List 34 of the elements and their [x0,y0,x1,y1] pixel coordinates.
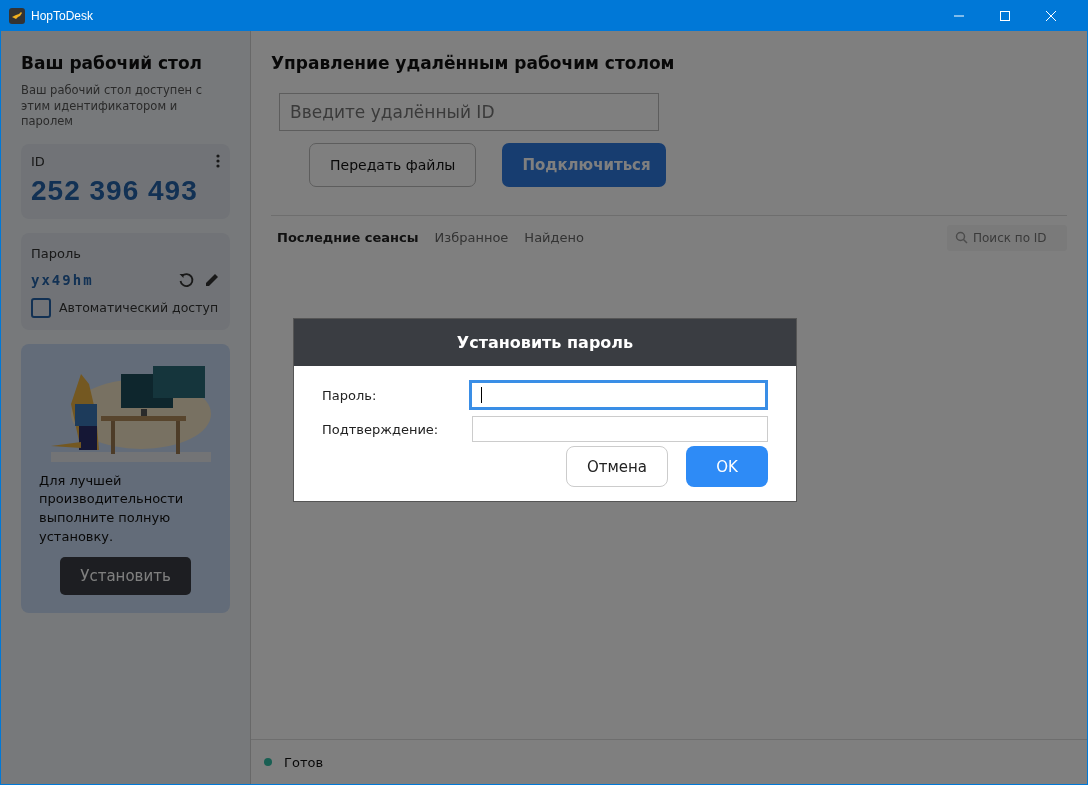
tab[interactable]: Найдено [518,222,590,253]
transfer-files-button[interactable]: Передать файлы [309,143,477,187]
cancel-button[interactable]: Отмена [566,446,668,487]
tab[interactable]: Последние сеансы [271,222,425,253]
search-field[interactable]: Поиск по ID [947,224,1067,251]
main-title: Управление удалённым рабочим столом [271,53,676,73]
id-value: 252 396 493 [31,174,199,207]
password-label: Пароль [31,245,81,261]
refresh-icon[interactable] [178,271,194,288]
auto-access-label: Автоматический доступ [59,300,219,316]
install-button[interactable]: Установить [60,556,191,595]
more-icon[interactable] [216,154,220,169]
status-text: Готов [284,754,324,770]
password-field[interactable] [472,416,768,442]
sidebar-title: Ваш рабочий стол [21,53,204,73]
field-label: Подтверждение: [322,421,440,437]
search-icon [955,230,968,244]
ok-button[interactable]: OK [686,446,768,487]
tab[interactable]: Избранное [428,222,515,253]
connect-button[interactable]: Подключиться [502,143,667,187]
close-icon[interactable] [1045,10,1057,22]
remote-id-field[interactable]: Введите удалённый ID [279,93,659,131]
id-label: ID [31,153,45,169]
password-value: yx49hm [31,271,94,288]
promo-text: Для лучшей производительности выполните полную установку. [39,471,185,547]
maximize-icon[interactable] [999,10,1011,22]
window-title: HopToDesk [31,9,94,23]
checkbox[interactable] [31,297,51,318]
dialog-title: Установить пароль [294,319,796,366]
field-label: Пароль: [322,387,378,403]
status-dot-icon [264,758,272,766]
password-field[interactable] [468,380,768,410]
pencil-icon[interactable] [204,271,220,288]
sidebar-description: Ваш рабочий стол доступен с этим идентификатором и паролем [21,83,203,130]
